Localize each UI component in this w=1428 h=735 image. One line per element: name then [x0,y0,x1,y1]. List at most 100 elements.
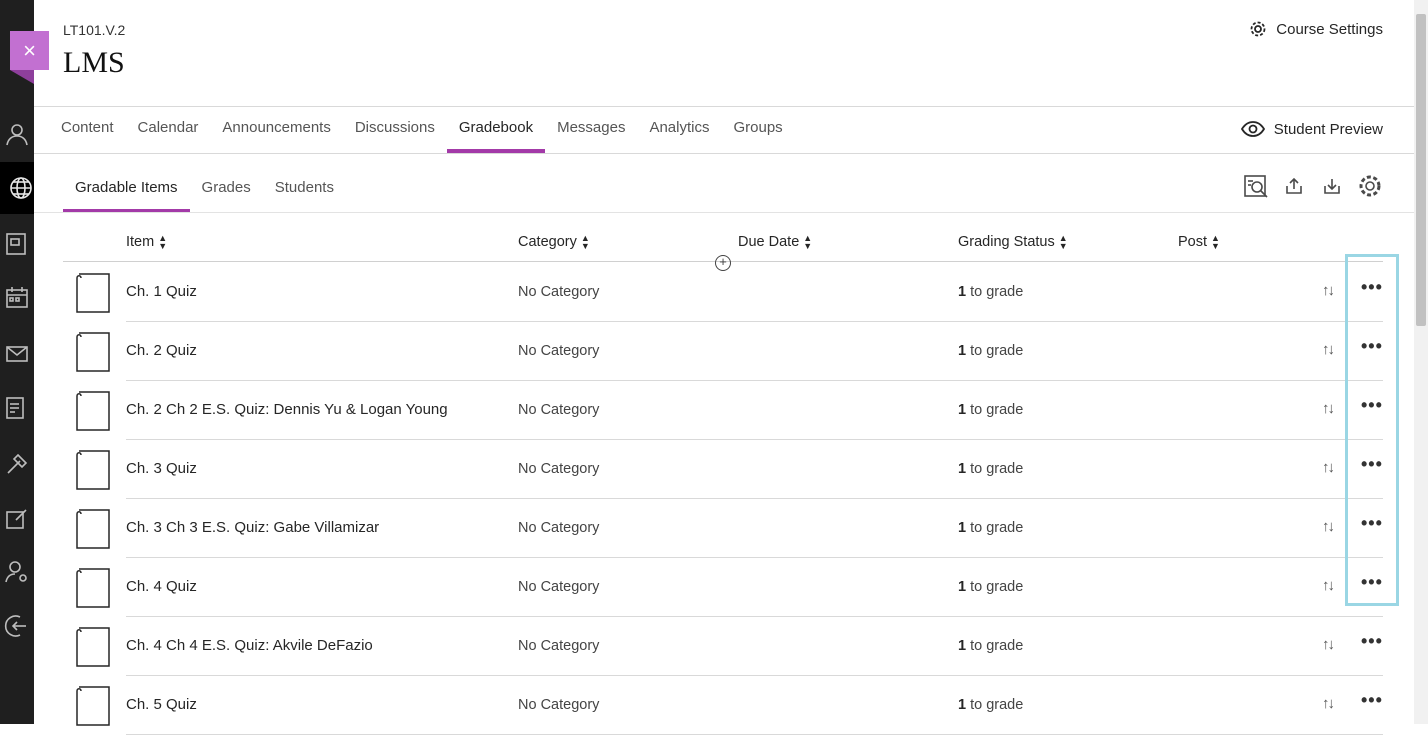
column-due-date[interactable]: Due Date ▲ ▼ [738,234,812,251]
item-name[interactable]: Ch. 2 Ch 2 E.S. Quiz: Dennis Yu & Logan … [126,401,448,418]
more-options-icon[interactable]: ••• [1361,690,1383,711]
more-options-icon[interactable]: ••• [1361,513,1383,534]
edit-icon[interactable] [4,503,36,535]
grading-status[interactable]: 1 to grade [958,697,1023,713]
calendar-icon[interactable] [4,282,36,314]
grading-status[interactable]: 1 to grade [958,638,1023,654]
course-main: LT101.V.2 LMS Course Settings Content Ca… [34,0,1414,735]
user-icon[interactable] [4,118,36,150]
reorder-icon[interactable]: ↑↓ [1322,400,1335,417]
grading-status[interactable]: 1 to grade [958,402,1023,418]
grading-status[interactable]: 1 to grade [958,461,1023,477]
table-row: Ch. 3 Quiz No Category 1 to grade ↑↓ ••• [63,440,1383,499]
reorder-icon[interactable]: ↑↓ [1322,282,1335,299]
more-options-icon[interactable]: ••• [1361,395,1383,416]
globe-icon[interactable] [0,162,34,214]
divider [34,153,1414,154]
nav-content[interactable]: Content [49,107,126,153]
courses-icon[interactable] [4,228,36,260]
column-category[interactable]: Category ▲ ▼ [518,234,590,251]
course-settings-button[interactable]: Course Settings [1249,20,1383,38]
nav-calendar[interactable]: Calendar [126,107,211,153]
item-category: No Category [518,284,600,300]
student-preview-button[interactable]: Student Preview [1240,119,1383,139]
grades-icon[interactable] [4,392,36,424]
tab-gradable-items[interactable]: Gradable Items [63,160,190,212]
grading-status[interactable]: 1 to grade [958,343,1023,359]
nav-discussions[interactable]: Discussions [343,107,447,153]
sign-out-icon[interactable] [4,610,36,642]
reorder-icon[interactable]: ↑↓ [1322,341,1335,358]
column-post[interactable]: Post ▲ ▼ [1178,234,1220,251]
reorder-icon[interactable]: ↑↓ [1322,518,1335,535]
grade-text: to grade [966,697,1024,713]
document-icon [73,626,113,673]
tab-students[interactable]: Students [263,160,346,212]
search-icon[interactable] [1242,172,1270,200]
grade-count: 1 [958,343,967,359]
left-rail [0,0,34,724]
download-icon[interactable] [1318,172,1346,200]
document-icon [73,685,113,732]
table-row: Ch. 5 Quiz No Category 1 to grade ↑↓ ••• [63,676,1383,735]
column-item[interactable]: Item ▲ ▼ [126,234,167,251]
gradable-items-list: Ch. 1 Quiz No Category 1 to grade ↑↓ ••• Ch. … [63,263,1383,735]
item-category: No Category [518,520,600,536]
mail-icon[interactable] [4,338,36,370]
grade-count: 1 [958,579,967,595]
item-name[interactable]: Ch. 2 Quiz [126,342,197,359]
item-category: No Category [518,343,600,359]
upload-icon[interactable] [1280,172,1308,200]
item-category: No Category [518,638,600,654]
item-category: No Category [518,579,600,595]
item-name[interactable]: Ch. 4 Ch 4 E.S. Quiz: Akvile DeFazio [126,637,373,654]
more-options-icon[interactable]: ••• [1361,454,1383,475]
grade-count: 1 [958,520,967,536]
item-name[interactable]: Ch. 1 Quiz [126,283,197,300]
grading-status[interactable]: 1 to grade [958,579,1023,595]
tab-grades[interactable]: Grades [190,160,263,212]
close-course-button[interactable]: × [10,31,49,70]
column-grading-status[interactable]: Grading Status ▲ ▼ [958,234,1068,251]
reorder-icon[interactable]: ↑↓ [1322,577,1335,594]
reorder-icon[interactable]: ↑↓ [1322,695,1335,712]
admin-icon[interactable] [4,556,36,588]
grading-status[interactable]: 1 to grade [958,284,1023,300]
grading-status[interactable]: 1 to grade [958,520,1023,536]
grade-text: to grade [966,343,1024,359]
grade-count: 1 [958,697,967,713]
more-options-icon[interactable]: ••• [1361,572,1383,593]
close-icon: × [23,37,36,63]
eye-icon [1240,121,1265,137]
grade-text: to grade [966,461,1024,477]
reorder-icon[interactable]: ↑↓ [1322,459,1335,476]
more-options-icon[interactable]: ••• [1361,277,1383,298]
more-options-icon[interactable]: ••• [1361,631,1383,652]
nav-gradebook[interactable]: Gradebook [446,107,546,153]
item-name[interactable]: Ch. 3 Quiz [126,460,197,477]
table-row: Ch. 2 Quiz No Category 1 to grade ↑↓ ••• [63,322,1383,381]
gear-icon[interactable] [1356,172,1384,200]
tools-icon[interactable] [4,448,36,480]
course-code: LT101.V.2 [63,22,126,38]
more-options-icon[interactable]: ••• [1361,336,1383,357]
scrollbar-thumb[interactable] [1416,14,1426,326]
grade-count: 1 [958,461,967,477]
document-icon [73,567,113,614]
column-item-label: Item [126,234,155,250]
nav-announcements[interactable]: Announcements [210,107,342,153]
item-name[interactable]: Ch. 4 Quiz [126,578,197,595]
scrollbar[interactable] [1414,0,1428,724]
table-row: Ch. 2 Ch 2 E.S. Quiz: Dennis Yu & Logan … [63,381,1383,440]
item-name[interactable]: Ch. 3 Ch 3 E.S. Quiz: Gabe Villamizar [126,519,379,536]
nav-groups[interactable]: Groups [721,107,794,153]
nav-analytics[interactable]: Analytics [637,107,721,153]
grade-text: to grade [966,520,1024,536]
document-icon [73,331,113,378]
item-name[interactable]: Ch. 5 Quiz [126,696,197,713]
reorder-icon[interactable]: ↑↓ [1322,636,1335,653]
grade-text: to grade [966,284,1024,300]
nav-messages[interactable]: Messages [545,107,637,153]
gradebook-subtabs: Gradable Items Grades Students [63,160,346,212]
table-row: Ch. 3 Ch 3 E.S. Quiz: Gabe Villamizar No … [63,499,1383,558]
